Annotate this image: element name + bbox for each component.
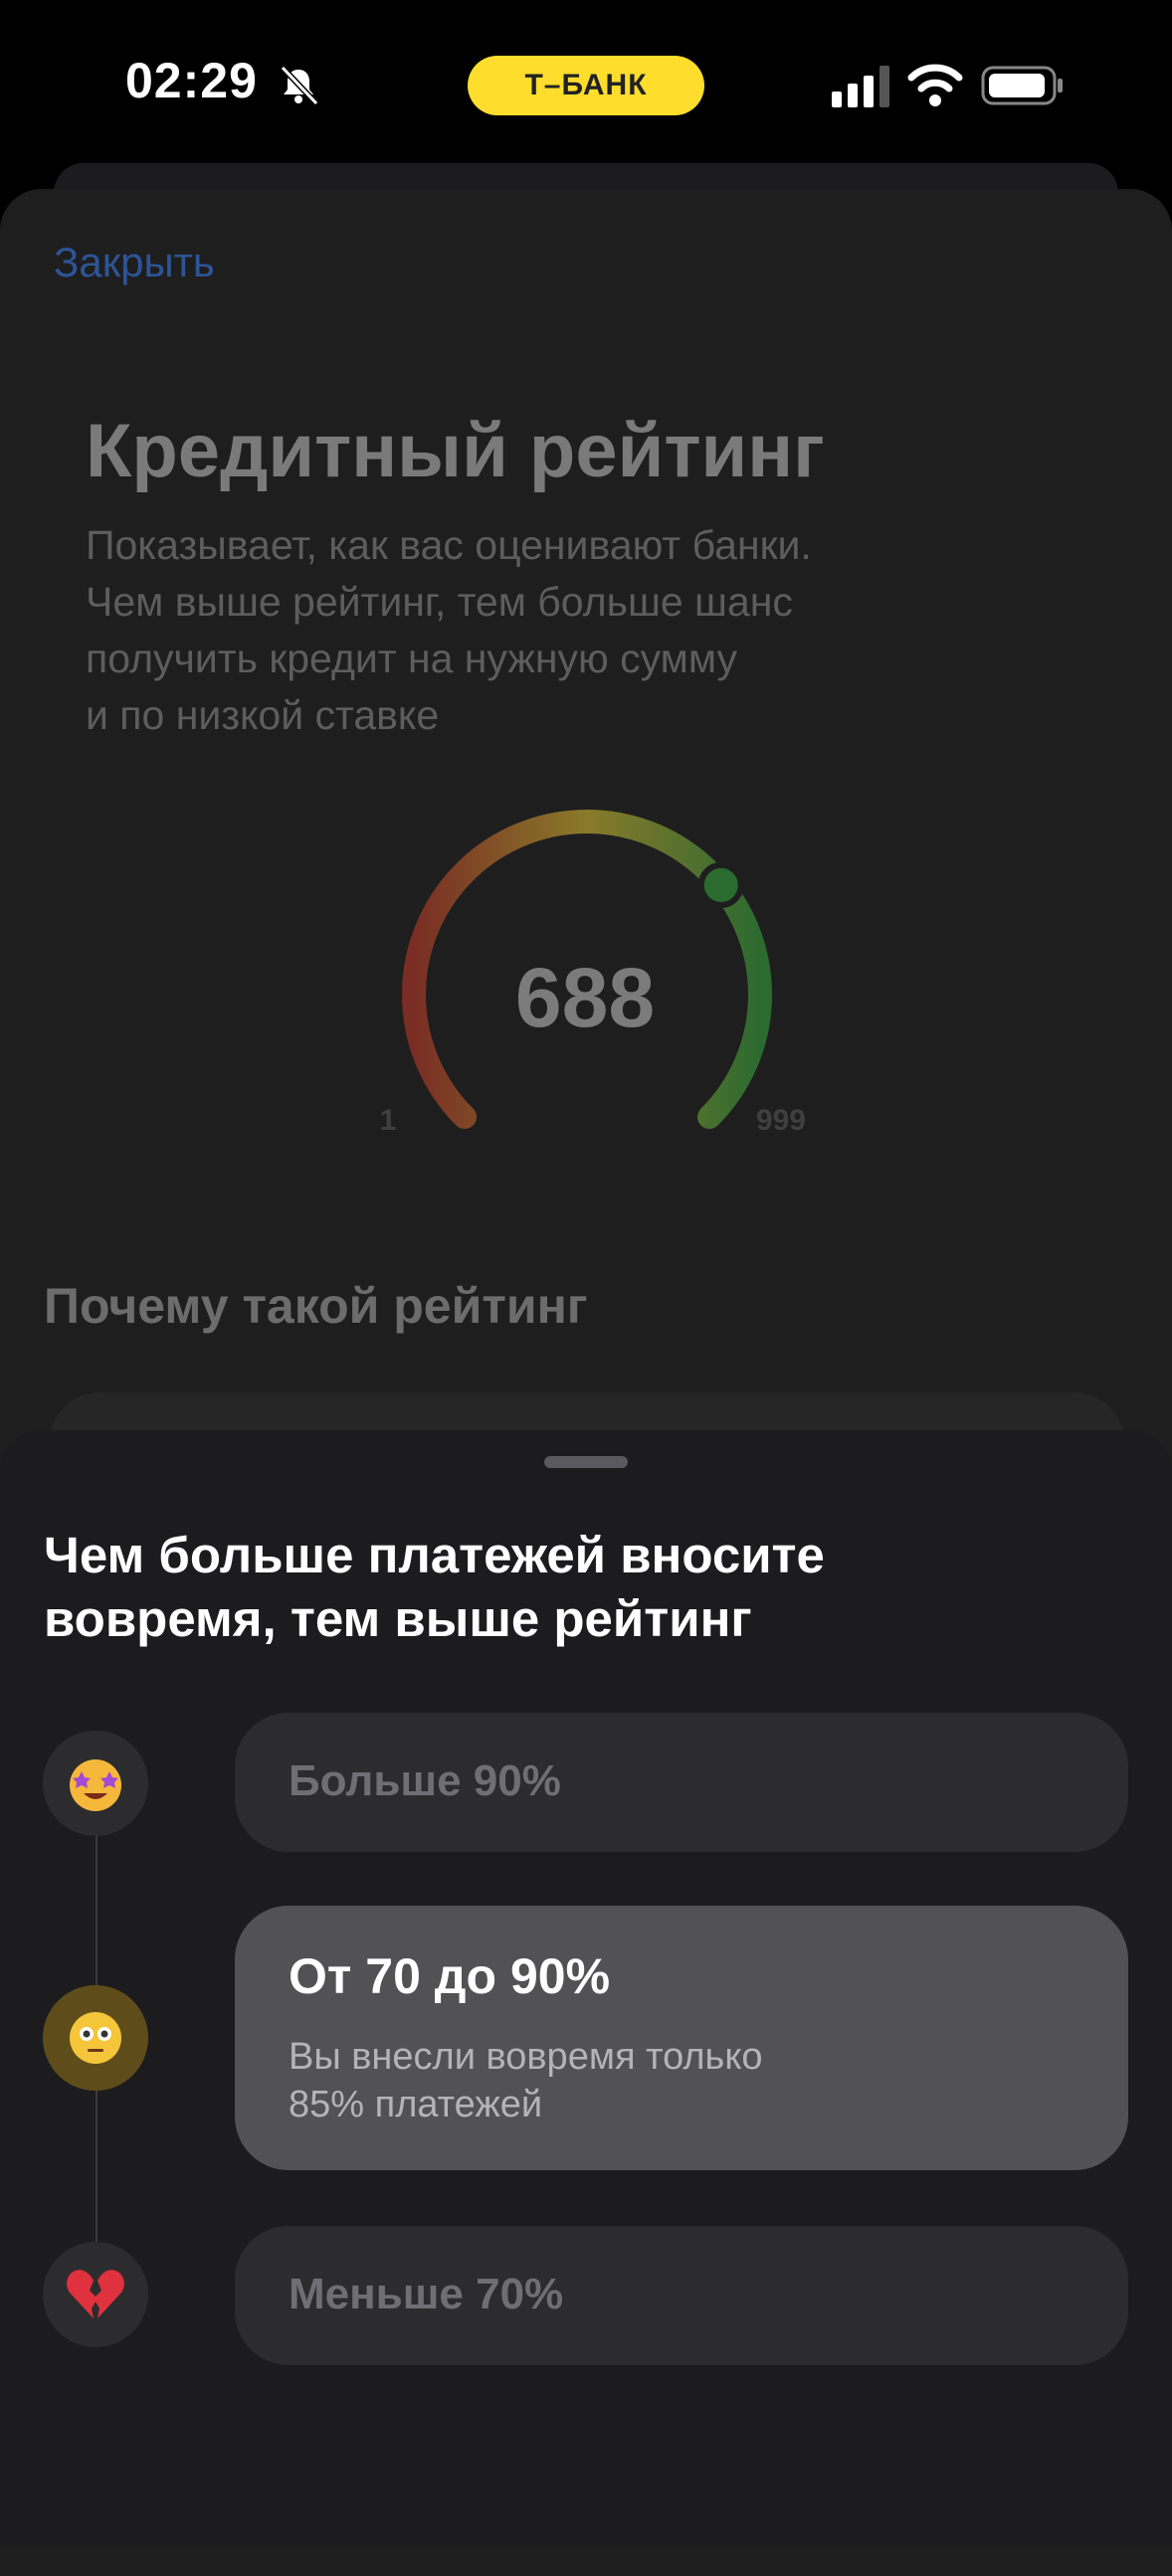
description-line: и по низкой ставке (86, 692, 440, 738)
gauge-max-label: 999 (756, 1104, 806, 1137)
section-title: Почему такой рейтинг (44, 1278, 588, 1334)
star-struck-emoji-icon (43, 1731, 148, 1836)
gauge-marker (697, 861, 744, 908)
rating-gauge: 688 1 999 (380, 810, 806, 1137)
timeline-connector (96, 2089, 98, 2248)
gauge-min-label: 1 (380, 1104, 397, 1137)
status-time: 02:29 (125, 53, 258, 108)
cellular-signal-icon (832, 66, 889, 107)
option-description-line: 85% платежей (289, 2084, 543, 2125)
muted-bell-icon (280, 65, 319, 106)
page-title: Кредитный рейтинг (86, 409, 825, 493)
option-description: Вы внесли вовремя только 85% платежей (289, 2033, 763, 2128)
description-line: получить кредит на нужную сумму (86, 636, 737, 681)
sheet-grabber[interactable] (544, 1456, 628, 1468)
flushed-face-emoji-icon (43, 1985, 148, 2091)
bank-badge[interactable]: Т–БАНК (468, 56, 704, 115)
option-description-line: Вы внесли вовремя только (289, 2036, 763, 2078)
timeline-connector (96, 1834, 98, 1993)
status-bar: 02:29 Т–БАНК (0, 0, 1172, 169)
gauge-value: 688 (515, 951, 655, 1044)
description-line: Чем выше рейтинг, тем больше шанс (86, 579, 793, 625)
close-button[interactable]: Закрыть (54, 239, 215, 286)
description-line: Показывает, как вас оценивают банки. (86, 522, 812, 568)
option-70-90[interactable]: От 70 до 90% Вы внесли вовремя только 85… (235, 1906, 1128, 2170)
option-label: От 70 до 90% (289, 1948, 611, 2004)
option-label: Больше 90% (289, 1756, 561, 1805)
broken-heart-emoji-icon (43, 2242, 148, 2347)
sheet-title: Чем больше платежей вносите вовремя, тем… (44, 1524, 1138, 1651)
wifi-icon (907, 64, 963, 106)
battery-icon (981, 66, 1063, 105)
option-more-90[interactable]: Больше 90% (235, 1713, 1128, 1852)
sheet-title-line: вовремя, тем выше рейтинг (44, 1590, 752, 1647)
sheet-title-line: Чем больше платежей вносите (44, 1527, 825, 1583)
option-less-70[interactable]: Меньше 70% (235, 2226, 1128, 2365)
option-label: Меньше 70% (289, 2270, 564, 2318)
rating-description: Показывает, как вас оценивают банки. Чем… (86, 517, 1080, 744)
